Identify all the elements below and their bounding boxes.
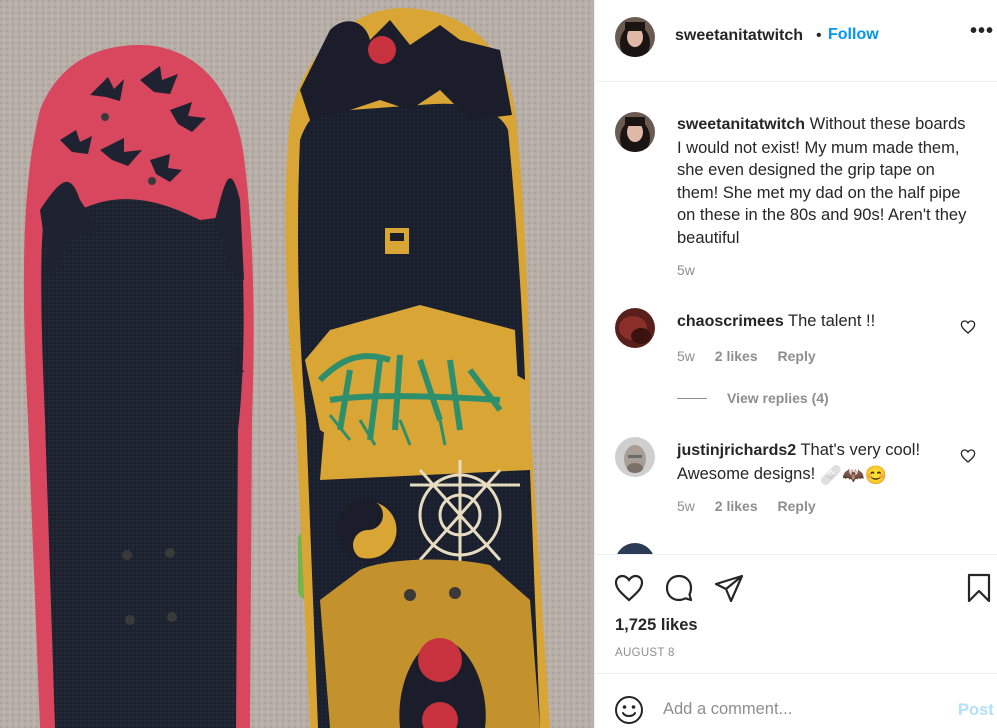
comment-username[interactable]: chaoscrimees: [677, 313, 784, 330]
emoji-icon[interactable]: [613, 694, 645, 726]
comment-emojis: 🩹🦇😊: [819, 464, 888, 485]
more-options-icon[interactable]: •••: [970, 20, 994, 43]
author-username[interactable]: sweetanitatwitch: [675, 27, 803, 45]
post-caption: sweetanitatwitch Without these boards I …: [677, 113, 967, 249]
post-date[interactable]: AUGUST 8: [615, 647, 675, 659]
comment-avatar[interactable]: [615, 437, 655, 477]
comment-meta: 5w 2 likes Reply: [677, 498, 832, 514]
comment-likes[interactable]: 2 likes: [715, 498, 758, 514]
likes-count[interactable]: 1,725 likes: [615, 616, 698, 635]
comment-avatar[interactable]: [615, 543, 655, 554]
caption-text: Without these boards I would not exist! …: [677, 115, 967, 247]
comment-likes[interactable]: 2 likes: [715, 348, 758, 364]
post-photo[interactable]: [0, 0, 594, 728]
comment-text: The talent !!: [788, 312, 876, 330]
author-avatar[interactable]: [615, 17, 655, 57]
replies-divider: [677, 398, 707, 399]
post-actions: 1,725 likes AUGUST 8: [595, 554, 997, 674]
share-icon[interactable]: [713, 572, 745, 604]
caption-time[interactable]: 5w: [677, 262, 695, 278]
comment-heart-icon[interactable]: [960, 319, 976, 335]
post-side-panel: sweetanitatwitch • Follow ••• sweetanita…: [594, 0, 997, 728]
add-comment-input[interactable]: [663, 694, 923, 724]
comments-list[interactable]: sweetanitatwitch Without these boards I …: [595, 82, 997, 554]
comment-avatar[interactable]: [615, 308, 655, 348]
right-skateboard: [285, 8, 550, 728]
separator-dot: •: [816, 27, 822, 44]
skateboards-image: [0, 0, 594, 728]
left-skateboard: [23, 45, 254, 728]
comment-body: chaoscrimees The talent !!: [677, 310, 947, 334]
caption-meta: 5w: [677, 262, 711, 278]
comment-time[interactable]: 5w: [677, 348, 695, 364]
post-header: sweetanitatwitch • Follow •••: [595, 0, 997, 82]
comment-time[interactable]: 5w: [677, 498, 695, 514]
reply-button[interactable]: Reply: [778, 348, 816, 364]
bookmark-icon[interactable]: [963, 572, 995, 604]
post-comment-button[interactable]: Post: [958, 701, 994, 720]
heart-icon[interactable]: [613, 572, 645, 604]
reply-button[interactable]: Reply: [778, 498, 816, 514]
comment-username[interactable]: justinjrichards2: [677, 442, 796, 459]
comment-body: justinjrichards2 That's very cool! Aweso…: [677, 439, 947, 486]
caption-avatar[interactable]: [615, 112, 655, 152]
caption-username[interactable]: sweetanitatwitch: [677, 116, 805, 133]
follow-button[interactable]: Follow: [828, 26, 879, 44]
comment-heart-icon[interactable]: [960, 448, 976, 464]
add-comment-bar: Post: [595, 673, 997, 728]
comment-meta: 5w 2 likes Reply: [677, 348, 832, 364]
view-replies-button[interactable]: View replies (4): [727, 390, 829, 406]
comment-icon[interactable]: [663, 572, 695, 604]
